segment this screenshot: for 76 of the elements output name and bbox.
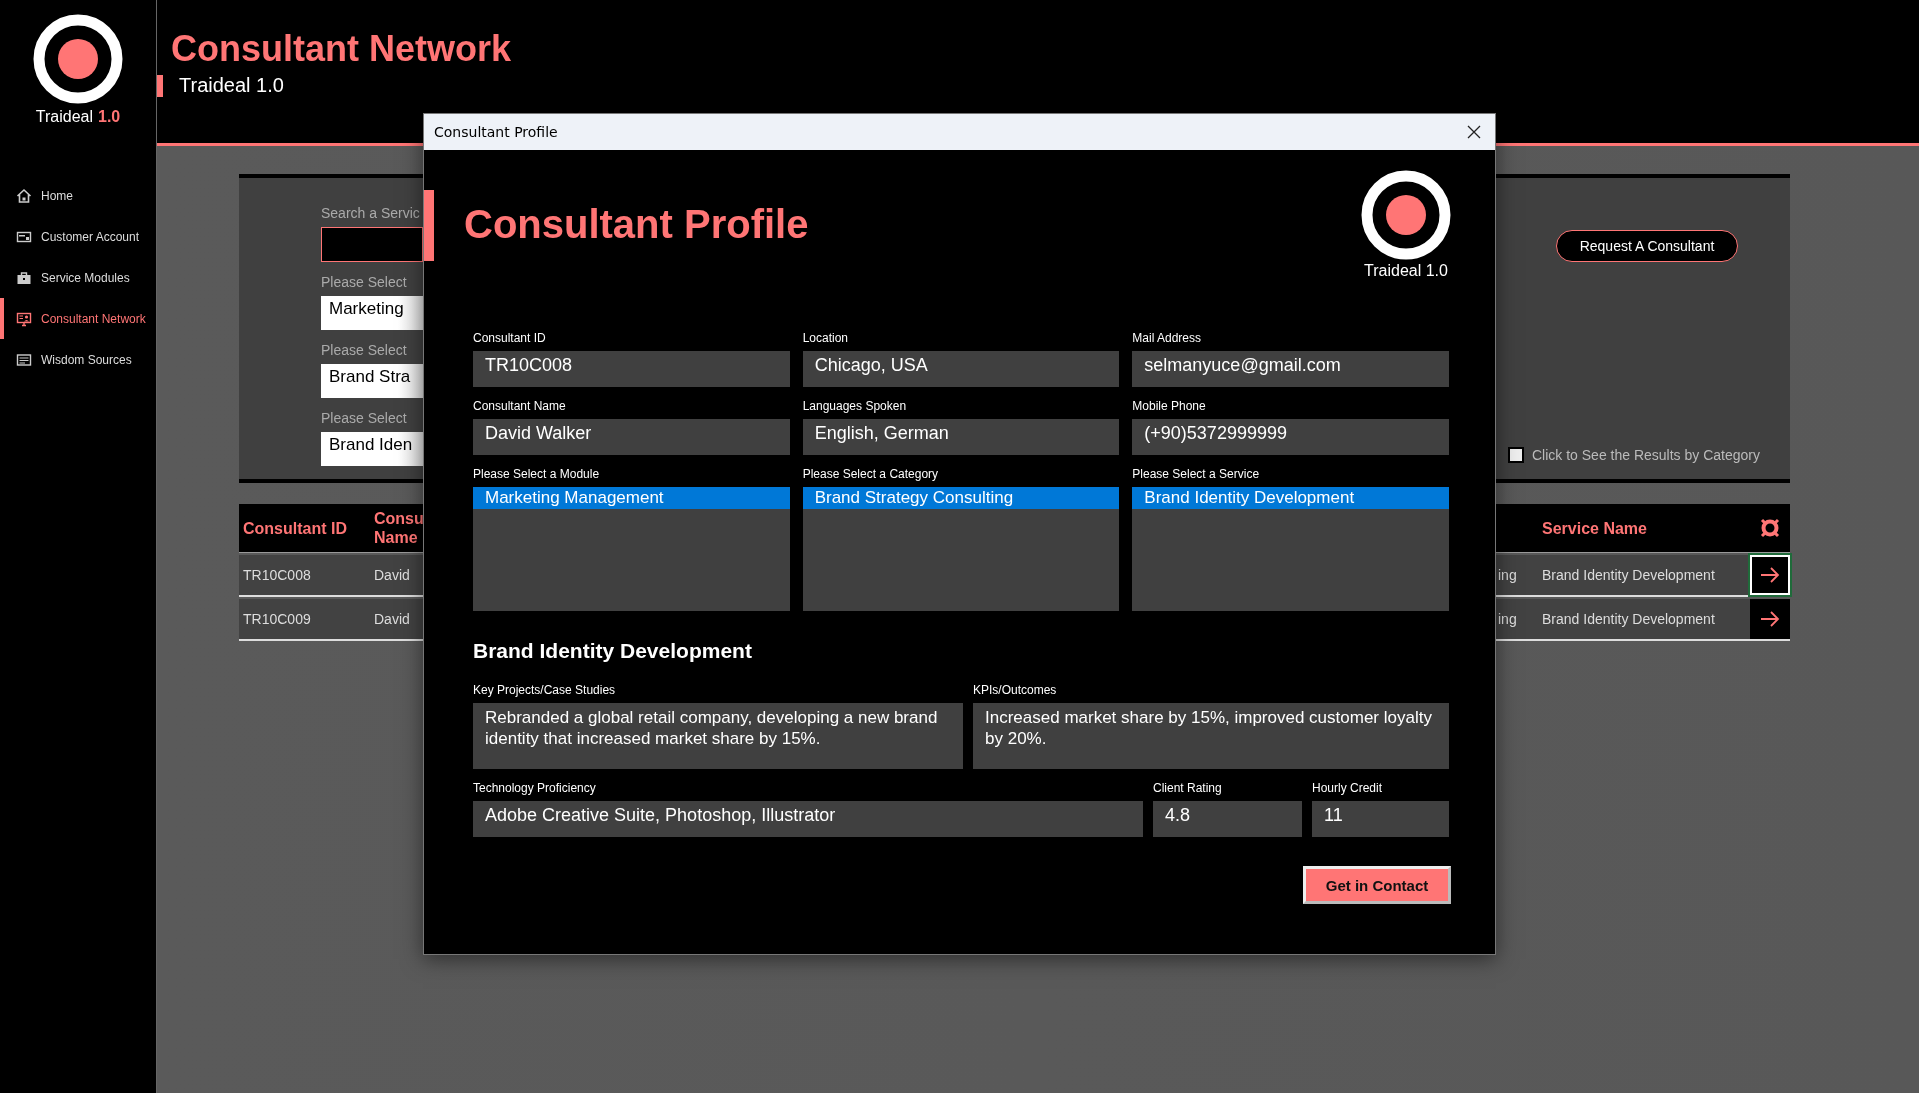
table-cell-text: ing — [1497, 611, 1518, 627]
input-field[interactable]: Adobe Creative Suite, Photoshop, Illustrator — [473, 801, 1143, 837]
input-field[interactable]: 4.8 — [1153, 801, 1302, 837]
input-field[interactable]: Chicago, USA — [802, 351, 1120, 387]
page-title: Consultant Network — [171, 28, 512, 70]
field-label: Mobile Phone — [1132, 399, 1207, 415]
close-icon — [1467, 125, 1481, 139]
accent-bar — [424, 190, 434, 261]
field-label: Languages Spoken — [802, 399, 908, 415]
logo-version: 1.0 — [98, 108, 121, 126]
sidebar-item[interactable]: Home — [0, 175, 156, 216]
select-label: Please Select — [321, 410, 408, 427]
arrow-icon — [1760, 611, 1780, 627]
request-consultant-button[interactable]: Request A Consultant — [1556, 230, 1738, 262]
input-field[interactable]: TR10C008 — [473, 351, 790, 387]
field-label: Consultant Name — [473, 399, 567, 415]
text-area[interactable]: Rebranded a global retail company, developing a new brand identity that increased market share by 15%. — [473, 703, 963, 769]
select-field[interactable]: Marketing — [321, 296, 423, 330]
column-header: Consultant ID — [242, 518, 348, 538]
home-icon — [16, 187, 32, 204]
sidebar-item[interactable]: Service Modules — [0, 257, 156, 298]
checkbox[interactable] — [1508, 447, 1524, 463]
field-label: Client Rating — [1153, 781, 1223, 797]
field-label: Consultant ID — [473, 331, 547, 347]
logo-text: Traideal 1.0 — [1364, 262, 1448, 280]
table-cell-text: Brand Identity Development — [1541, 611, 1716, 627]
search-label: Search a Servic — [321, 205, 421, 222]
input-field[interactable]: David Walker — [473, 419, 790, 455]
search-field[interactable] — [321, 227, 423, 262]
field-label: KPIs/Outcomes — [973, 683, 1058, 699]
page-subtitle: Traideal 1.0 — [179, 74, 284, 97]
document-icon — [16, 351, 32, 368]
logo-name: Traideal — [35, 108, 93, 126]
column-header: Consu Name — [373, 509, 423, 547]
list-label: Please Select a Category — [802, 467, 940, 483]
input-field[interactable]: (+90)5372999999 — [1132, 419, 1449, 455]
input-field[interactable]: English, German — [802, 419, 1120, 455]
sidebar-item[interactable]: Customer Account — [0, 216, 156, 257]
contact-button[interactable]: Get in Contact — [1303, 866, 1451, 904]
service-heading: Brand Identity Development — [473, 639, 753, 663]
table-cell-text: ing — [1497, 567, 1518, 583]
field-label: Technology Proficiency — [473, 781, 597, 797]
table-cell-text: David — [373, 611, 411, 627]
arrow-icon — [1760, 567, 1780, 583]
select-label: Please Select — [321, 274, 408, 291]
list-label: Please Select a Module — [473, 467, 601, 483]
table-cell-text: Brand Identity Development — [1541, 567, 1716, 583]
field-label: Key Projects/Case Studies — [473, 683, 617, 699]
field-label: Location — [802, 331, 850, 347]
open-button[interactable] — [1750, 599, 1790, 639]
text-area[interactable]: Increased market share by 15%, improved customer loyalty by 20%. — [973, 703, 1449, 769]
table-cell-text: TR10C009 — [242, 611, 312, 627]
table-cell-text: David — [373, 567, 411, 583]
input-field[interactable]: 11 — [1312, 801, 1449, 837]
checkbox-label: Click to See the Results by Category — [1532, 447, 1760, 463]
column-header: Service Name — [1541, 518, 1648, 538]
logo-icon — [33, 14, 123, 104]
list-item[interactable]: Marketing Management — [473, 487, 790, 509]
window-title: Consultant Profile — [434, 124, 558, 140]
field-label: Mail Address — [1132, 331, 1203, 347]
select-field[interactable]: Brand Iden — [321, 432, 423, 466]
input-field[interactable]: selmanyuce@gmail.com — [1132, 351, 1449, 387]
list-label: Please Select a Service — [1132, 467, 1261, 483]
table-cell-text: TR10C008 — [242, 567, 312, 583]
field-label: Hourly Credit — [1312, 781, 1384, 797]
logo-icon — [1361, 170, 1451, 260]
select-label: Please Select — [321, 342, 408, 359]
list-item[interactable]: Brand Strategy Consulting — [802, 487, 1120, 509]
briefcase-icon — [16, 269, 32, 286]
monitor-icon — [16, 310, 32, 327]
gear-icon[interactable] — [1760, 518, 1780, 538]
dialog-heading: Consultant Profile — [464, 202, 809, 247]
sidebar-item[interactable]: Wisdom Sources — [0, 339, 156, 380]
list-item[interactable]: Brand Identity Development — [1132, 487, 1449, 509]
open-button[interactable] — [1750, 555, 1790, 595]
select-field[interactable]: Brand Stra — [321, 364, 423, 398]
